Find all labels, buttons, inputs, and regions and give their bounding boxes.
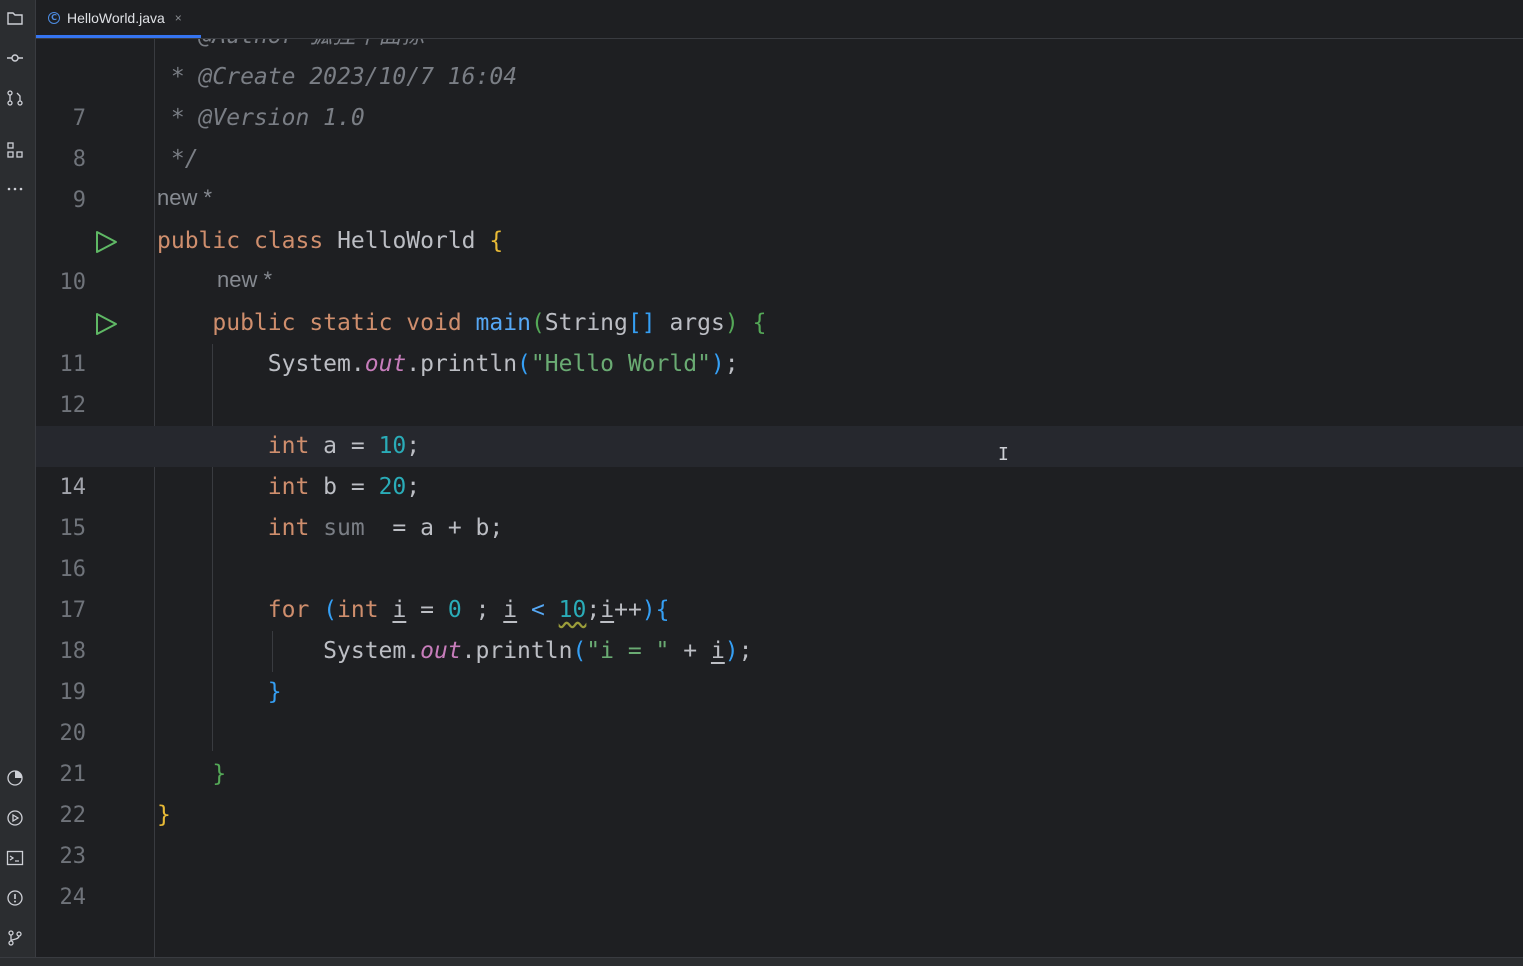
code-line-22: 22 } xyxy=(36,754,1523,828)
line-number: 9 xyxy=(72,188,86,213)
more-icon[interactable] xyxy=(0,177,30,201)
code-line-12: 12 System.out.println("Hello World"); xyxy=(36,344,1523,418)
code-line-7: 7 * @Create 2023/10/7 16:04 xyxy=(36,57,1523,131)
java-class-icon: C xyxy=(48,11,60,24)
services-icon[interactable] xyxy=(0,766,30,790)
code-line-19: 19 System.out.println("i = " + i); xyxy=(36,631,1523,705)
comment-text: * @Author 狐狸千面孫 xyxy=(157,39,424,57)
folder-icon[interactable] xyxy=(0,6,30,30)
problems-icon[interactable] xyxy=(0,886,30,910)
code-line-11: 11 public static void main(String[] args… xyxy=(36,303,1523,377)
code-line-10: 10 public class HelloWorld { xyxy=(36,221,1523,295)
line-number: 24 xyxy=(59,885,87,910)
status-bar xyxy=(0,957,1523,966)
inlay-hint-new[interactable]: new * xyxy=(217,267,272,293)
close-icon[interactable]: × xyxy=(175,11,182,25)
code-line-23: 23 } xyxy=(36,795,1523,869)
run-gutter-icon[interactable] xyxy=(94,312,118,336)
commit-icon[interactable] xyxy=(0,46,30,70)
code-line-16: 16 int sum = a + b; xyxy=(36,508,1523,582)
line-number: 10 xyxy=(59,270,87,295)
run-icon[interactable] xyxy=(0,806,30,830)
code-line-20: 20 } xyxy=(36,672,1523,746)
code-line-21: 21 xyxy=(36,713,1523,787)
code-editor[interactable]: * @Author 狐狸千面孫 7 * @Create 2023/10/7 16… xyxy=(36,39,1523,958)
code-line-18: 18 for (int i = 0 ; i < 10;i++){ xyxy=(36,590,1523,664)
code-line-6: * @Author 狐狸千面孫 xyxy=(36,39,1523,57)
code-line-9: 9 */ xyxy=(36,139,1523,213)
code-line-14-current: 14 int a = 10; xyxy=(36,426,1523,500)
terminal-icon[interactable] xyxy=(0,846,30,870)
editor-tab-bar: C HelloWorld.java × xyxy=(36,0,1523,39)
code-line-13: 13 xyxy=(36,385,1523,459)
structure-icon[interactable] xyxy=(0,138,30,162)
git-branch-icon[interactable] xyxy=(0,926,30,950)
code-line-8: 8 * @Version 1.0 xyxy=(36,98,1523,172)
text-cursor-icon: I xyxy=(998,444,1009,465)
tab-label: HelloWorld.java xyxy=(67,9,165,26)
code-line-15: 15 int b = 20; xyxy=(36,467,1523,541)
code-line-24: 24 xyxy=(36,836,1523,910)
inlay-hint-new[interactable]: new * xyxy=(157,185,212,211)
code-line-17: 17 xyxy=(36,549,1523,623)
run-gutter-icon[interactable] xyxy=(94,230,118,254)
pull-request-icon[interactable] xyxy=(0,86,30,110)
tab-helloworld-java[interactable]: C HelloWorld.java × xyxy=(36,0,201,38)
activity-bar xyxy=(0,0,36,966)
